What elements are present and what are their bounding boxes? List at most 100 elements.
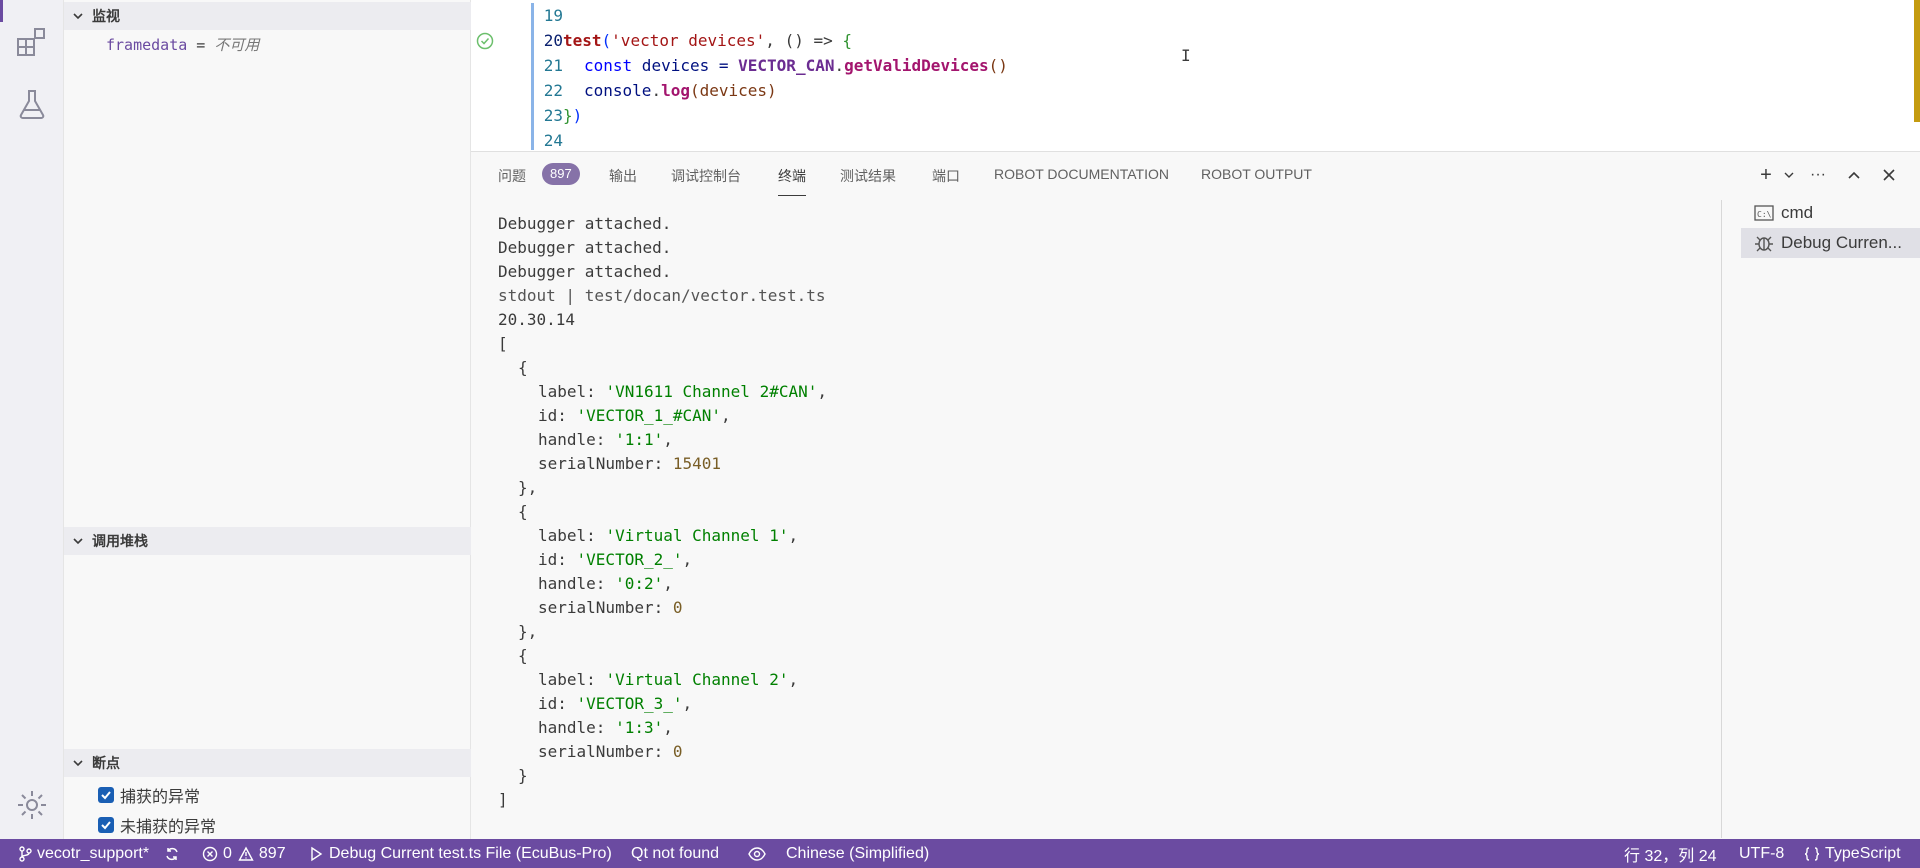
- debug-status[interactable]: Debug Current test.ts File (EcuBus-Pro): [308, 839, 612, 868]
- qt-status[interactable]: Qt not found: [631, 839, 719, 868]
- terminal-line: Debugger attached.: [498, 214, 672, 233]
- watch-expression[interactable]: framedata = 不可用: [106, 34, 259, 55]
- tab-output[interactable]: 输出: [609, 166, 637, 190]
- device-label-line: label: 'Virtual Channel 2',: [538, 670, 799, 689]
- checkbox-checked-icon[interactable]: [98, 787, 114, 803]
- code-line-23: 23 }): [471, 103, 1920, 128]
- terminal-item-debug[interactable]: Debug Curren...: [1741, 228, 1920, 258]
- code-line-22: 22 console.log(devices): [471, 78, 1920, 103]
- key: handle:: [538, 430, 616, 449]
- key: serialNumber:: [538, 454, 673, 473]
- breakpoint-label: 捕获的异常: [120, 789, 201, 806]
- terminal-line: {: [518, 646, 528, 665]
- token-paren: (: [601, 31, 612, 50]
- language-pack-status[interactable]: Chinese (Simplified): [786, 839, 929, 868]
- breakpoints-section-header[interactable]: 断点: [64, 749, 471, 777]
- line-number: 20: [543, 31, 563, 50]
- eye-icon[interactable]: [748, 839, 771, 868]
- key: id:: [538, 694, 577, 713]
- problems-status[interactable]: 0 897: [202, 839, 286, 868]
- breakpoint-uncaught-exceptions[interactable]: 未捕获的异常: [98, 813, 216, 837]
- checkbox-checked-icon[interactable]: [98, 817, 114, 833]
- testing-flask-icon[interactable]: [14, 86, 50, 122]
- code-line-19: 19: [471, 3, 1920, 28]
- device-id-line: id: 'VECTOR_2_',: [538, 550, 693, 569]
- key: handle:: [538, 574, 616, 593]
- watch-equals: =: [187, 36, 215, 54]
- terminal-name: cmd: [1781, 203, 1814, 222]
- tab-problems[interactable]: 问题: [498, 166, 526, 190]
- terminal-line: },: [518, 478, 538, 497]
- close-panel-icon[interactable]: [1876, 162, 1902, 188]
- tab-terminal[interactable]: 终端: [778, 166, 806, 196]
- watch-section-header[interactable]: 监视: [64, 2, 471, 30]
- tab-test-results[interactable]: 测试结果: [840, 166, 896, 190]
- terminal-line: }: [518, 766, 528, 785]
- terminal-output[interactable]: Debugger attached. Debugger attached. De…: [471, 212, 1721, 832]
- value-number: 15401: [672, 454, 722, 473]
- breakpoint-label: 未捕获的异常: [120, 819, 217, 836]
- token-variable: devices =: [632, 56, 739, 75]
- maximize-panel-chevron-up-icon[interactable]: [1841, 162, 1867, 188]
- value-string: 'Virtual Channel 2': [605, 670, 789, 689]
- line-number: 22: [543, 81, 563, 100]
- error-count: 0: [223, 844, 232, 862]
- watch-expression-value: 不可用: [214, 36, 260, 54]
- device-handle-line: handle: '1:1',: [538, 430, 673, 449]
- terminal-list-divider[interactable]: [1721, 200, 1722, 838]
- device-serial-line: serialNumber: 0: [538, 596, 683, 620]
- device-handle-line: handle: '1:3',: [538, 718, 673, 737]
- token-args: (devices): [689, 81, 777, 100]
- more-actions-button[interactable]: ···: [1805, 162, 1831, 188]
- value-string: 'VECTOR_3_': [576, 694, 683, 713]
- cursor-position-status[interactable]: 行 32，列 24: [1624, 839, 1717, 868]
- line-number: 23: [543, 106, 563, 125]
- terminal-line: Debugger attached.: [498, 262, 672, 281]
- terminal-line: ]: [498, 790, 508, 809]
- value-string: 'VN1611 Channel 2#CAN': [605, 382, 818, 401]
- code-editor[interactable]: 19 20 test('vector devices', () => { 21 …: [471, 0, 1920, 152]
- extensions-icon[interactable]: [14, 24, 50, 60]
- value-string: 'VECTOR_1_#CAN': [576, 406, 722, 425]
- braces-icon: [1804, 846, 1820, 861]
- error-icon: [202, 846, 218, 861]
- sync-icon[interactable]: [164, 839, 185, 868]
- tab-debug-console[interactable]: 调试控制台: [671, 166, 741, 190]
- key: serialNumber:: [538, 742, 673, 761]
- breakpoint-caught-exceptions[interactable]: 捕获的异常: [98, 783, 200, 807]
- callstack-section-header[interactable]: 调用堆栈: [64, 527, 471, 555]
- value-string: '1:1': [615, 430, 664, 449]
- active-view-marker: [0, 0, 3, 22]
- cmd-icon: C:\: [1753, 203, 1775, 223]
- debug-sidebar: 监视 framedata = 不可用 调用堆栈 断点 捕获的异常 未捕获的异常: [64, 0, 471, 839]
- terminal-item-cmd[interactable]: C:\ cmd: [1741, 198, 1920, 228]
- tab-ports[interactable]: 端口: [932, 166, 960, 190]
- debug-config-name: Debug Current test.ts File (EcuBus-Pro): [329, 844, 612, 862]
- watch-section-title: 监视: [92, 8, 120, 24]
- value-number: 0: [672, 598, 683, 617]
- code-text: }): [563, 103, 582, 128]
- code-text: console.log(devices): [584, 78, 777, 103]
- token-paren: ): [572, 106, 583, 125]
- terminal-line: {: [518, 358, 528, 377]
- encoding-status[interactable]: UTF-8: [1739, 839, 1784, 868]
- language-mode-status[interactable]: TypeScript: [1804, 839, 1901, 868]
- settings-gear-icon[interactable]: [14, 787, 50, 823]
- device-id-line: id: 'VECTOR_1_#CAN',: [538, 406, 731, 425]
- device-serial-line: serialNumber: 0: [538, 740, 683, 764]
- tab-robot-output[interactable]: ROBOT OUTPUT: [1201, 166, 1312, 190]
- warning-count: 897: [258, 844, 286, 862]
- tab-robot-documentation[interactable]: ROBOT DOCUMENTATION: [994, 166, 1169, 190]
- chevron-down-icon[interactable]: [1776, 162, 1802, 188]
- token-class: VECTOR_CAN: [738, 56, 835, 75]
- branch-status[interactable]: vecotr_support*: [18, 839, 149, 868]
- token-keyword: const: [584, 56, 633, 75]
- text-cursor-icon: I: [1181, 46, 1191, 65]
- terminal-name: Debug Curren...: [1781, 233, 1902, 252]
- device-serial-line: serialNumber: 15401: [538, 452, 721, 476]
- line-number: 24: [543, 131, 563, 150]
- key: id:: [538, 550, 577, 569]
- token-dot: .: [834, 56, 845, 75]
- problems-count-badge: 897: [542, 163, 580, 185]
- value-number: 0: [672, 742, 683, 761]
